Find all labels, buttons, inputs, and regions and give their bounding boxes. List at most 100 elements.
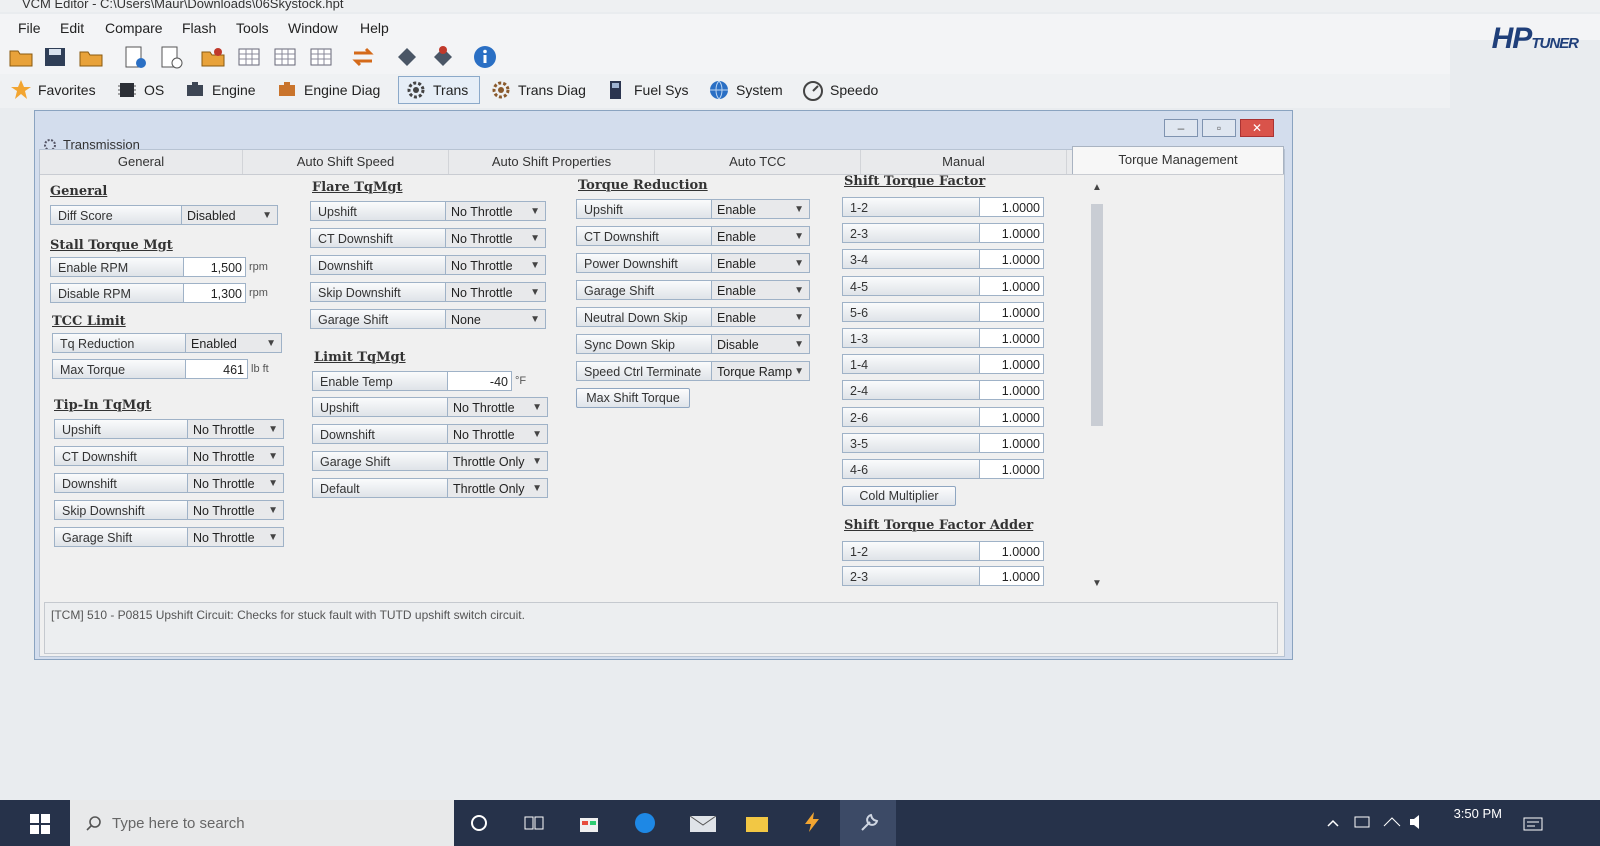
volume-icon[interactable] [1408, 814, 1430, 830]
nav-engine-diag[interactable]: Engine Diag [270, 76, 386, 104]
menu-help[interactable]: Help [360, 20, 389, 36]
table-2-icon[interactable] [272, 45, 298, 69]
tr-upshift-select[interactable]: Enable ▼ [712, 199, 810, 219]
scroll-up-icon[interactable]: ▲ [1092, 182, 1102, 193]
shift-torque-factor-value-field[interactable]: 1.0000 [980, 275, 1044, 296]
enable-temp-field[interactable]: -40 [448, 371, 512, 391]
nav-engine[interactable]: Engine [178, 76, 262, 104]
scrollbar-thumb[interactable] [1091, 204, 1103, 426]
shift-torque-factor-value-field[interactable]: 1.0000 [980, 249, 1044, 270]
flare-downshift-select[interactable]: No Throttle ▼ [446, 255, 546, 275]
nav-os[interactable]: OS [110, 76, 170, 104]
file-explorer-icon[interactable] [744, 812, 770, 834]
tr-speed-ctrl-terminate-select[interactable]: Torque Ramp ▼ [712, 361, 810, 381]
taskbar-active-app[interactable] [840, 800, 896, 846]
open-folder-icon[interactable] [8, 45, 34, 69]
tq-reduction-select[interactable]: Enabled ▼ [186, 333, 282, 353]
flash-app-icon[interactable] [800, 810, 824, 834]
nav-speedo[interactable]: Speedo [796, 76, 884, 104]
table-icon[interactable] [236, 45, 262, 69]
flare-skip-downshift-select[interactable]: No Throttle ▼ [446, 282, 546, 302]
shift-torque-factor-value-field[interactable]: 1.0000 [980, 406, 1044, 427]
file-info-icon[interactable] [122, 45, 148, 69]
tr-ct-downshift-select[interactable]: Enable ▼ [712, 226, 810, 246]
tab-auto-shift-properties[interactable]: Auto Shift Properties [449, 150, 655, 174]
table-3-icon[interactable] [308, 45, 334, 69]
tipin-ct-downshift-select[interactable]: No Throttle ▼ [188, 446, 284, 466]
nav-trans-diag[interactable]: Trans Diag [484, 76, 592, 104]
windows-start-icon[interactable] [30, 814, 50, 834]
tr-sync-down-skip-select[interactable]: Disable ▼ [712, 334, 810, 354]
maximize-button[interactable]: ▫ [1202, 119, 1236, 137]
enable-rpm-field[interactable]: 1,500 [184, 257, 246, 277]
save-icon[interactable] [42, 45, 68, 69]
menu-flash[interactable]: Flash [182, 20, 216, 36]
cold-multiplier-button[interactable]: Cold Multiplier [842, 486, 956, 506]
menu-file[interactable]: File [18, 20, 41, 36]
store-icon[interactable] [578, 812, 600, 834]
tab-general[interactable]: General [40, 150, 243, 174]
flare-upshift-select[interactable]: No Throttle ▼ [446, 201, 546, 221]
tipin-garage-shift-select[interactable]: No Throttle ▼ [188, 527, 284, 547]
tab-torque-management[interactable]: Torque Management [1072, 146, 1284, 174]
tipin-downshift-select[interactable]: No Throttle ▼ [188, 473, 284, 493]
limit-garage-shift-select[interactable]: Throttle Only ▼ [448, 451, 548, 471]
tipin-skip-downshift-select[interactable]: No Throttle ▼ [188, 500, 284, 520]
nav-trans[interactable]: Trans [398, 76, 480, 104]
shift-torque-factor-adder-value-field[interactable]: 1.0000 [980, 541, 1044, 561]
shift-torque-factor-value-field[interactable]: 1.0000 [980, 432, 1044, 453]
limit-downshift-select[interactable]: No Throttle ▼ [448, 424, 548, 444]
save-all-icon[interactable] [78, 45, 104, 69]
shift-torque-factor-value-field[interactable]: 1.0000 [980, 354, 1044, 375]
tr-garage-shift-select[interactable]: Enable ▼ [712, 280, 810, 300]
wifi-icon[interactable] [1382, 814, 1402, 830]
nav-system[interactable]: System [702, 76, 789, 104]
notifications-icon[interactable] [1522, 816, 1544, 832]
diff-score-select[interactable]: Disabled ▼ [182, 205, 278, 225]
menu-compare[interactable]: Compare [105, 20, 163, 36]
shift-torque-factor-value-field[interactable]: 1.0000 [980, 301, 1044, 322]
max-shift-torque-button[interactable]: Max Shift Torque [576, 388, 690, 408]
write-vehicle-icon[interactable] [430, 45, 456, 69]
tab-auto-tcc[interactable]: Auto TCC [655, 150, 861, 174]
flare-ct-downshift-select[interactable]: No Throttle ▼ [446, 228, 546, 248]
disable-rpm-field[interactable]: 1,300 [184, 283, 246, 303]
max-torque-field[interactable]: 461 [186, 359, 248, 379]
tab-auto-shift-speed[interactable]: Auto Shift Speed [243, 150, 449, 174]
shift-torque-factor-value-field[interactable]: 1.0000 [980, 380, 1044, 401]
file-history-icon[interactable] [158, 45, 184, 69]
mail-icon[interactable] [688, 812, 718, 834]
cortana-icon[interactable] [470, 814, 488, 832]
close-button[interactable]: ✕ [1240, 119, 1274, 137]
menu-edit[interactable]: Edit [60, 20, 84, 36]
menu-window[interactable]: Window [288, 20, 338, 36]
limit-default-select[interactable]: Throttle Only ▼ [448, 478, 548, 498]
scroll-down-icon[interactable]: ▼ [1092, 578, 1102, 589]
read-vehicle-icon[interactable] [394, 45, 420, 69]
taskbar-search-box[interactable]: Type here to search [70, 800, 454, 846]
flare-garage-shift-select[interactable]: None ▼ [446, 309, 546, 329]
shift-torque-factor-value-field[interactable]: 1.0000 [980, 197, 1044, 217]
tipin-upshift-select[interactable]: No Throttle ▼ [188, 419, 284, 439]
tray-expand-icon[interactable] [1326, 816, 1340, 830]
nav-favorites[interactable]: Favorites [4, 76, 102, 104]
shift-torque-factor-value-field[interactable]: 1.0000 [980, 328, 1044, 348]
shift-torque-factor-adder-value-field[interactable]: 1.0000 [980, 566, 1044, 586]
swap-icon[interactable] [350, 45, 376, 69]
menu-tools[interactable]: Tools [236, 20, 269, 36]
shift-torque-factor-value-field[interactable]: 1.0000 [980, 459, 1044, 479]
vertical-scrollbar[interactable]: ▲ ▼ [1089, 182, 1105, 592]
shift-torque-factor-value-field[interactable]: 1.0000 [980, 223, 1044, 244]
tr-neutral-down-skip-select[interactable]: Enable ▼ [712, 307, 810, 327]
minimize-button[interactable]: – [1164, 119, 1198, 137]
tab-manual[interactable]: Manual [861, 150, 1067, 174]
limit-upshift-select[interactable]: No Throttle ▼ [448, 397, 548, 417]
edge-browser-icon[interactable] [634, 812, 656, 834]
info-icon[interactable] [472, 45, 498, 69]
tr-power-downshift-select[interactable]: Enable ▼ [712, 253, 810, 273]
open-compare-icon[interactable] [200, 45, 226, 69]
task-view-icon[interactable] [524, 814, 544, 832]
taskbar-clock[interactable]: 3:50 PM [1454, 806, 1502, 821]
network-icon[interactable] [1352, 814, 1372, 830]
nav-fuel-sys[interactable]: Fuel Sys [600, 76, 694, 104]
